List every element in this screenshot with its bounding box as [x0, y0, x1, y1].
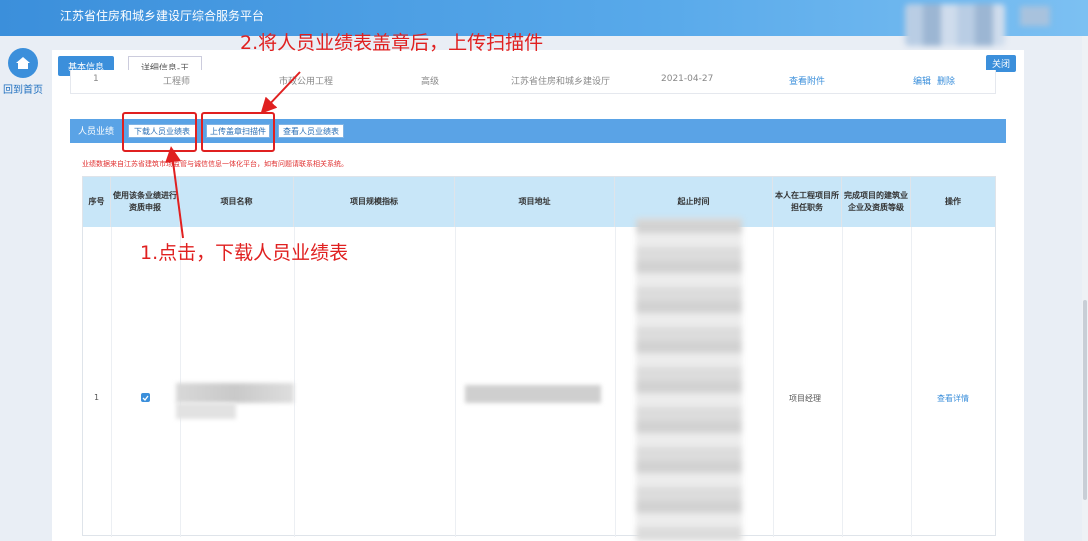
annotation-arrows [165, 71, 301, 239]
annotation-step2: 2.将人员业绩表盖章后，上传扫描件 [240, 32, 544, 54]
arrow-step1 [165, 146, 184, 239]
arrow-step2 [260, 71, 301, 114]
scrollbar-thumb[interactable] [1083, 300, 1087, 500]
annotation-step1: 1.点击，下载人员业绩表 [140, 242, 349, 264]
